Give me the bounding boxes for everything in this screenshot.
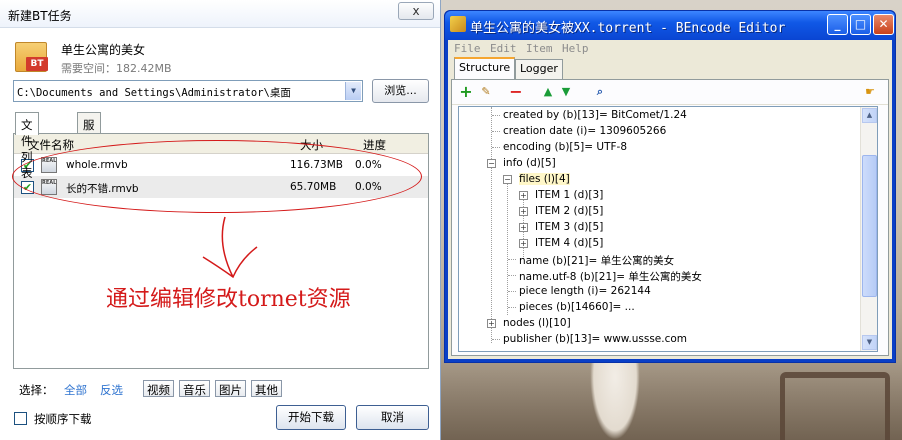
filter-other-button[interactable]: 其他 bbox=[251, 380, 282, 397]
bt-folder-icon: BT bbox=[15, 42, 48, 72]
save-path-value: C:\Documents and Settings\Administrator\… bbox=[17, 87, 291, 99]
window-close-button[interactable]: ✕ bbox=[873, 14, 894, 35]
cancel-button[interactable]: 取消 bbox=[356, 405, 429, 430]
filter-image-button[interactable]: 图片 bbox=[215, 380, 246, 397]
scroll-up-icon[interactable]: ▲ bbox=[862, 108, 877, 123]
tree-node[interactable]: ITEM 2 (d)[5] bbox=[535, 205, 603, 217]
tree-node[interactable]: pieces (b)[14660]= ... bbox=[519, 301, 635, 313]
tree-branch bbox=[508, 275, 516, 276]
editor-app-icon bbox=[450, 16, 466, 32]
tree-node[interactable]: name (b)[21]= 单生公寓的美女 bbox=[519, 253, 674, 268]
expand-icon[interactable]: + bbox=[519, 191, 528, 200]
menu-file[interactable]: File bbox=[454, 42, 481, 55]
background-chair bbox=[780, 372, 890, 440]
tree-node[interactable]: encoding (b)[5]= UTF-8 bbox=[503, 141, 627, 153]
expand-icon[interactable]: + bbox=[519, 239, 528, 248]
new-bt-task-dialog: 新建BT任务 x BT 单生公寓的美女 需要空间：182.42MB C:\Doc… bbox=[0, 0, 441, 440]
tree-branch bbox=[492, 339, 500, 340]
tree-node-selected[interactable]: files (l)[4] bbox=[519, 173, 570, 185]
browse-button[interactable]: 浏览... bbox=[372, 79, 429, 103]
annotation-arrow bbox=[202, 216, 258, 279]
tree-node[interactable]: name.utf-8 (b)[21]= 单生公寓的美女 bbox=[519, 269, 702, 284]
annotation-ellipse bbox=[12, 140, 422, 213]
sequential-download-label: 按顺序下载 bbox=[34, 412, 92, 426]
pointer-icon[interactable]: ☛ bbox=[862, 84, 878, 100]
remove-icon[interactable]: − bbox=[508, 84, 524, 100]
filter-video-button[interactable]: 视频 bbox=[143, 380, 174, 397]
dialog-close-button[interactable]: x bbox=[398, 2, 434, 20]
chevron-down-icon[interactable]: ▼ bbox=[345, 82, 361, 100]
tree-node[interactable]: piece length (i)= 262144 bbox=[519, 285, 651, 297]
editor-menubar: File Edit Item Help bbox=[448, 40, 892, 57]
tree-branch bbox=[508, 307, 516, 308]
task-name: 单生公寓的美女 bbox=[61, 43, 146, 57]
move-down-icon[interactable]: ▼ bbox=[558, 84, 574, 100]
space-required: 需要空间：182.42MB bbox=[61, 62, 172, 75]
expand-icon[interactable]: + bbox=[487, 319, 496, 328]
editor-toolbar: + ✎ − ▲ ▼ ⌕ ☛ bbox=[452, 80, 888, 105]
menu-item[interactable]: Item bbox=[526, 42, 553, 55]
tab-logger[interactable]: Logger bbox=[515, 59, 563, 79]
tree-node[interactable]: publisher (b)[13]= www.ussse.com bbox=[503, 333, 687, 345]
editor-body: File Edit Item Help Structure Logger + ✎… bbox=[448, 40, 892, 359]
minimize-button[interactable]: _ bbox=[827, 14, 848, 35]
tree-branch bbox=[492, 147, 500, 148]
invert-selection-link[interactable]: 反选 bbox=[100, 382, 123, 398]
edit-pencil-icon[interactable]: ✎ bbox=[478, 84, 494, 100]
tree-node[interactable]: ITEM 1 (d)[3] bbox=[535, 189, 603, 201]
bencode-tree[interactable]: created by (b)[13]= BitComet/1.24 creati… bbox=[458, 106, 878, 352]
tree-node[interactable]: creation date (i)= 1309605266 bbox=[503, 125, 666, 137]
tree-node[interactable]: created by (b)[13]= BitComet/1.24 bbox=[503, 109, 687, 121]
editor-titlebar: 单生公寓的美女被XX.torrent - BEncode Editor _ □ … bbox=[445, 11, 895, 40]
tab-file-list[interactable]: 文件列表 bbox=[15, 112, 39, 180]
maximize-button[interactable]: □ bbox=[850, 14, 871, 35]
tree-node[interactable]: ITEM 4 (d)[5] bbox=[535, 237, 603, 249]
tab-structure[interactable]: Structure bbox=[454, 57, 516, 79]
expand-icon[interactable]: + bbox=[519, 207, 528, 216]
sequential-download-checkbox[interactable] bbox=[14, 412, 27, 425]
background-figure bbox=[590, 350, 640, 440]
dialog-title: 新建BT任务 bbox=[0, 0, 440, 28]
collapse-icon[interactable]: − bbox=[503, 175, 512, 184]
expand-icon[interactable]: + bbox=[519, 223, 528, 232]
tree-branch bbox=[508, 291, 516, 292]
move-up-icon[interactable]: ▲ bbox=[540, 84, 556, 100]
tree-branch bbox=[508, 259, 516, 260]
filter-label: 选择： bbox=[19, 383, 54, 397]
collapse-icon[interactable]: − bbox=[487, 159, 496, 168]
tree-branch bbox=[492, 131, 500, 132]
start-download-button[interactable]: 开始下载 bbox=[276, 405, 346, 430]
annotation-text: 通过编辑修改tornet资源 bbox=[106, 287, 351, 312]
tree-connector bbox=[491, 107, 492, 343]
menu-edit[interactable]: Edit bbox=[490, 42, 517, 55]
bencode-editor-window: 单生公寓的美女被XX.torrent - BEncode Editor _ □ … bbox=[444, 10, 896, 363]
add-icon[interactable]: + bbox=[458, 84, 474, 100]
select-all-link[interactable]: 全部 bbox=[64, 382, 87, 398]
search-icon[interactable]: ⌕ bbox=[592, 84, 608, 100]
tree-branch bbox=[492, 115, 500, 116]
tree-node[interactable]: nodes (l)[10] bbox=[503, 317, 571, 329]
tree-node[interactable]: ITEM 3 (d)[5] bbox=[535, 221, 603, 233]
scroll-down-icon[interactable]: ▼ bbox=[862, 335, 877, 350]
tree-connector bbox=[507, 179, 508, 315]
tree-node[interactable]: info (d)[5] bbox=[503, 157, 556, 169]
menu-help[interactable]: Help bbox=[562, 42, 589, 55]
filter-music-button[interactable]: 音乐 bbox=[179, 380, 210, 397]
tree-scrollbar[interactable]: ▲ ▼ bbox=[860, 107, 877, 351]
scroll-thumb[interactable] bbox=[862, 155, 877, 297]
editor-title: 单生公寓的美女被XX.torrent - BEncode Editor bbox=[470, 21, 786, 36]
tab-servers[interactable]: 服务器 bbox=[77, 112, 101, 164]
structure-panel: + ✎ − ▲ ▼ ⌕ ☛ created by (b)[13]= BitCom… bbox=[451, 79, 889, 356]
bt-tag: BT bbox=[26, 57, 48, 71]
editor-tabs: Structure Logger bbox=[448, 57, 892, 79]
save-path-combobox[interactable]: C:\Documents and Settings\Administrator\… bbox=[13, 80, 363, 102]
